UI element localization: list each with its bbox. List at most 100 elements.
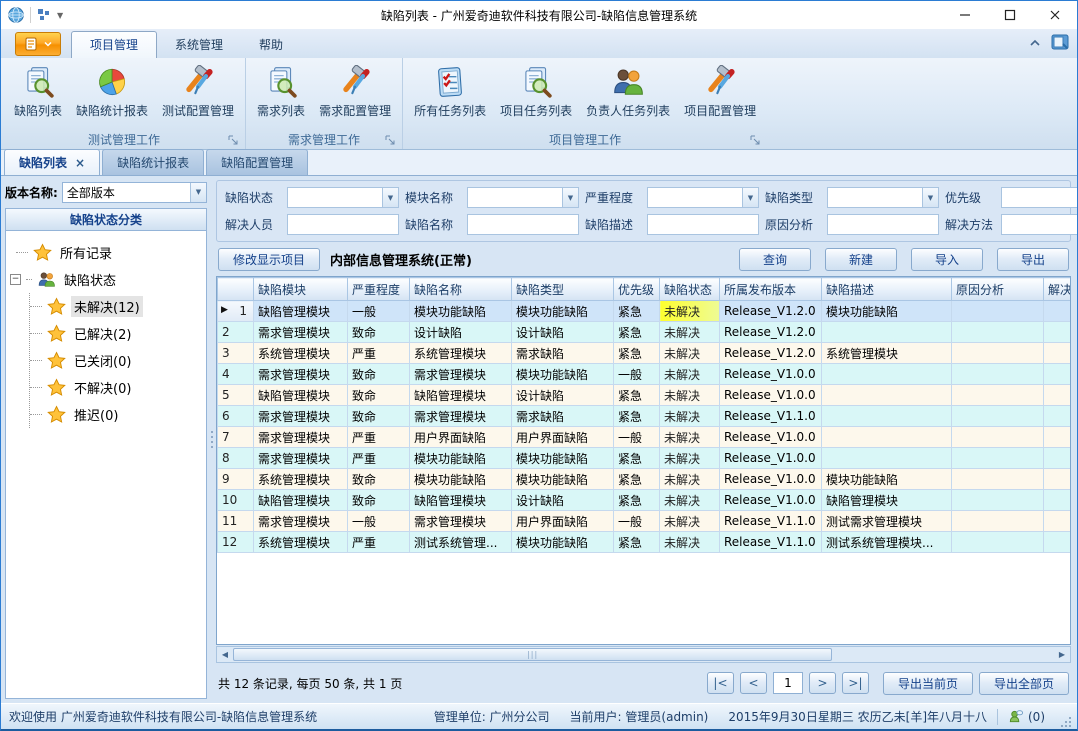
tree-item-status-child[interactable]: 已关闭(0)	[30, 347, 202, 374]
cell-release[interactable]: Release_V1.2.0	[720, 343, 822, 364]
modify-columns-button[interactable]: 修改显示项目	[218, 248, 320, 271]
export-all-pages-button[interactable]: 导出全部页	[979, 672, 1069, 695]
row-number-cell[interactable]: 7	[218, 427, 254, 448]
project-tasks-button[interactable]: 项目任务列表	[493, 62, 579, 122]
cell-status[interactable]: 未解决	[660, 301, 720, 322]
cell-priority[interactable]: 紧急	[614, 322, 660, 343]
cell-type[interactable]: 模块功能缺陷	[512, 301, 614, 322]
column-header-priority[interactable]: 优先级	[614, 278, 660, 301]
page-number-input[interactable]	[773, 672, 803, 694]
new-button[interactable]: 新建	[825, 248, 897, 271]
cell-priority[interactable]: 一般	[614, 511, 660, 532]
version-combobox[interactable]: 全部版本 ▼	[62, 182, 207, 203]
cell-desc[interactable]	[822, 385, 952, 406]
cell-method[interactable]	[1044, 448, 1072, 469]
cell-release[interactable]: Release_V1.0.0	[720, 469, 822, 490]
defect-status-filter-combobox[interactable]: ▼	[287, 187, 399, 208]
cell-method[interactable]	[1044, 364, 1072, 385]
tree-item-status-child[interactable]: 推迟(0)	[30, 401, 202, 428]
tree-item-status-child[interactable]: 未解决(12)	[30, 293, 202, 320]
cause-analysis-filter-input[interactable]	[827, 214, 939, 235]
defect-list-button[interactable]: 缺陷列表	[7, 62, 69, 122]
cell-module[interactable]: 系统管理模块	[254, 532, 348, 553]
cell-type[interactable]: 设计缺陷	[512, 385, 614, 406]
cell-status[interactable]: 未解决	[660, 532, 720, 553]
table-row[interactable]: 4需求管理模块致命需求管理模块模块功能缺陷一般未解决Release_V1.0.0	[218, 364, 1072, 385]
row-number-cell[interactable]: 3	[218, 343, 254, 364]
column-header-release[interactable]: 所属发布版本	[720, 278, 822, 301]
cell-type[interactable]: 模块功能缺陷	[512, 532, 614, 553]
cell-name[interactable]: 用户界面缺陷	[410, 427, 512, 448]
cell-type[interactable]: 设计缺陷	[512, 490, 614, 511]
cell-module[interactable]: 需求管理模块	[254, 448, 348, 469]
cell-release[interactable]: Release_V1.1.0	[720, 511, 822, 532]
resolver-filter-input[interactable]	[287, 214, 399, 235]
close-tab-icon[interactable]: ×	[75, 156, 85, 170]
cell-priority[interactable]: 紧急	[614, 343, 660, 364]
cell-name[interactable]: 设计缺陷	[410, 322, 512, 343]
cell-priority[interactable]: 紧急	[614, 448, 660, 469]
row-number-cell[interactable]: 10	[218, 490, 254, 511]
close-button[interactable]	[1032, 1, 1077, 29]
cell-desc[interactable]: 测试需求管理模块	[822, 511, 952, 532]
cell-method[interactable]	[1044, 322, 1072, 343]
doc-tab-defect-list[interactable]: 缺陷列表 ×	[4, 149, 100, 175]
message-indicator[interactable]: (0)	[998, 709, 1055, 724]
row-number-cell[interactable]: 6	[218, 406, 254, 427]
cell-status[interactable]: 未解决	[660, 385, 720, 406]
chevron-down-icon[interactable]: ▼	[562, 188, 578, 207]
table-row[interactable]: ▶1缺陷管理模块一般模块功能缺陷模块功能缺陷紧急未解决Release_V1.2.…	[218, 301, 1072, 322]
solution-filter-input[interactable]	[1001, 214, 1077, 235]
column-header-severity[interactable]: 严重程度	[348, 278, 410, 301]
last-page-button[interactable]: >|	[842, 672, 869, 694]
row-number-cell[interactable]: 2	[218, 322, 254, 343]
panel-splitter[interactable]	[207, 176, 216, 703]
cell-desc[interactable]: 模块功能缺陷	[822, 301, 952, 322]
cell-type[interactable]: 设计缺陷	[512, 322, 614, 343]
module-name-filter-combobox[interactable]: ▼	[467, 187, 579, 208]
cell-status[interactable]: 未解决	[660, 511, 720, 532]
defect-desc-filter-input[interactable]	[647, 214, 759, 235]
resize-grip[interactable]	[1061, 717, 1071, 727]
cell-severity[interactable]: 严重	[348, 448, 410, 469]
horizontal-scrollbar[interactable]: ◀ ||| ▶	[216, 646, 1071, 663]
chevron-down-icon[interactable]: ▼	[190, 183, 206, 202]
cell-desc[interactable]	[822, 364, 952, 385]
table-row[interactable]: 11需求管理模块一般需求管理模块用户界面缺陷一般未解决Release_V1.1.…	[218, 511, 1072, 532]
ribbon-tab-system-management[interactable]: 系统管理	[157, 32, 241, 58]
cell-severity[interactable]: 严重	[348, 532, 410, 553]
scroll-right-icon[interactable]: ▶	[1054, 647, 1070, 662]
cell-release[interactable]: Release_V1.0.0	[720, 364, 822, 385]
cell-status[interactable]: 未解决	[660, 343, 720, 364]
cell-type[interactable]: 模块功能缺陷	[512, 364, 614, 385]
collapse-node-icon[interactable]: −	[10, 274, 21, 285]
cell-desc[interactable]: 缺陷管理模块	[822, 490, 952, 511]
cell-severity[interactable]: 致命	[348, 490, 410, 511]
cell-method[interactable]	[1044, 490, 1072, 511]
cell-method[interactable]	[1044, 301, 1072, 322]
column-header-module[interactable]: 缺陷模块	[254, 278, 348, 301]
column-header-type[interactable]: 缺陷类型	[512, 278, 614, 301]
cell-desc[interactable]	[822, 427, 952, 448]
cell-priority[interactable]: 紧急	[614, 532, 660, 553]
dialog-launcher-icon[interactable]	[385, 135, 396, 146]
cell-analysis[interactable]	[952, 343, 1044, 364]
cell-analysis[interactable]	[952, 427, 1044, 448]
owner-tasks-button[interactable]: 负责人任务列表	[579, 62, 677, 122]
query-button[interactable]: 查询	[739, 248, 811, 271]
cell-type[interactable]: 模块功能缺陷	[512, 448, 614, 469]
cell-method[interactable]	[1044, 427, 1072, 448]
cell-name[interactable]: 需求管理模块	[410, 511, 512, 532]
cell-priority[interactable]: 紧急	[614, 469, 660, 490]
previous-page-button[interactable]: <	[740, 672, 767, 694]
cell-method[interactable]	[1044, 532, 1072, 553]
cell-name[interactable]: 需求管理模块	[410, 406, 512, 427]
doc-tab-defect-statistics[interactable]: 缺陷统计报表	[102, 149, 204, 175]
cell-type[interactable]: 需求缺陷	[512, 343, 614, 364]
table-row[interactable]: 12系统管理模块严重测试系统管理...模块功能缺陷紧急未解决Release_V1…	[218, 532, 1072, 553]
tree-item-status-child[interactable]: 已解决(2)	[30, 320, 202, 347]
cell-desc[interactable]	[822, 406, 952, 427]
cell-desc[interactable]	[822, 448, 952, 469]
cell-method[interactable]	[1044, 385, 1072, 406]
cell-priority[interactable]: 一般	[614, 427, 660, 448]
